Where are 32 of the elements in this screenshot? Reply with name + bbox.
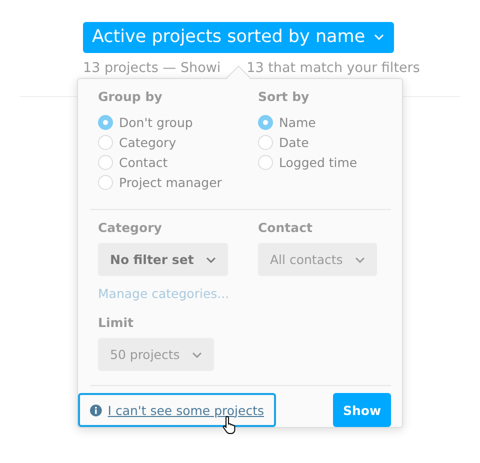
dropdown[interactable]: All contacts (258, 243, 377, 276)
section-label: Category (98, 220, 163, 235)
chevron-icon (354, 256, 365, 262)
radio-label[interactable]: Category (119, 134, 176, 150)
radio-label[interactable]: Date (279, 134, 309, 150)
section-label: Sort by (258, 89, 310, 104)
radio-button[interactable] (258, 154, 273, 170)
help-link[interactable]: I can't see some projects (78, 393, 276, 427)
radio-button[interactable] (98, 154, 113, 170)
radio-label[interactable]: Name (279, 114, 316, 130)
radio-button[interactable] (98, 134, 113, 150)
dropdown[interactable]: 50 projects (98, 338, 214, 371)
dropdown[interactable]: No filter set (98, 243, 228, 276)
summary-text: 13 that match your filters (246, 60, 420, 76)
chevron-icon (374, 34, 384, 40)
chevron-icon (206, 256, 216, 262)
radio-label[interactable]: Contact (119, 154, 168, 170)
section-label: Contact (258, 220, 314, 235)
section-label: Limit (98, 315, 135, 330)
radio-button[interactable] (98, 114, 113, 130)
radio-button[interactable] (258, 134, 273, 150)
radio-button[interactable] (98, 174, 113, 190)
radio-label[interactable]: Logged time (279, 154, 358, 170)
chevron-icon (192, 352, 202, 358)
info-icon (90, 402, 102, 418)
radio-button[interactable] (258, 114, 273, 130)
section-label: Group by (98, 89, 164, 104)
view-dropdown[interactable]: Active projects sorted by name (83, 22, 394, 53)
show-button[interactable]: Show (333, 393, 391, 427)
summary-text: 13 projects — Showi (83, 60, 221, 76)
radio-label[interactable]: Project manager (119, 174, 222, 190)
radio-label[interactable]: Don't group (119, 114, 193, 130)
